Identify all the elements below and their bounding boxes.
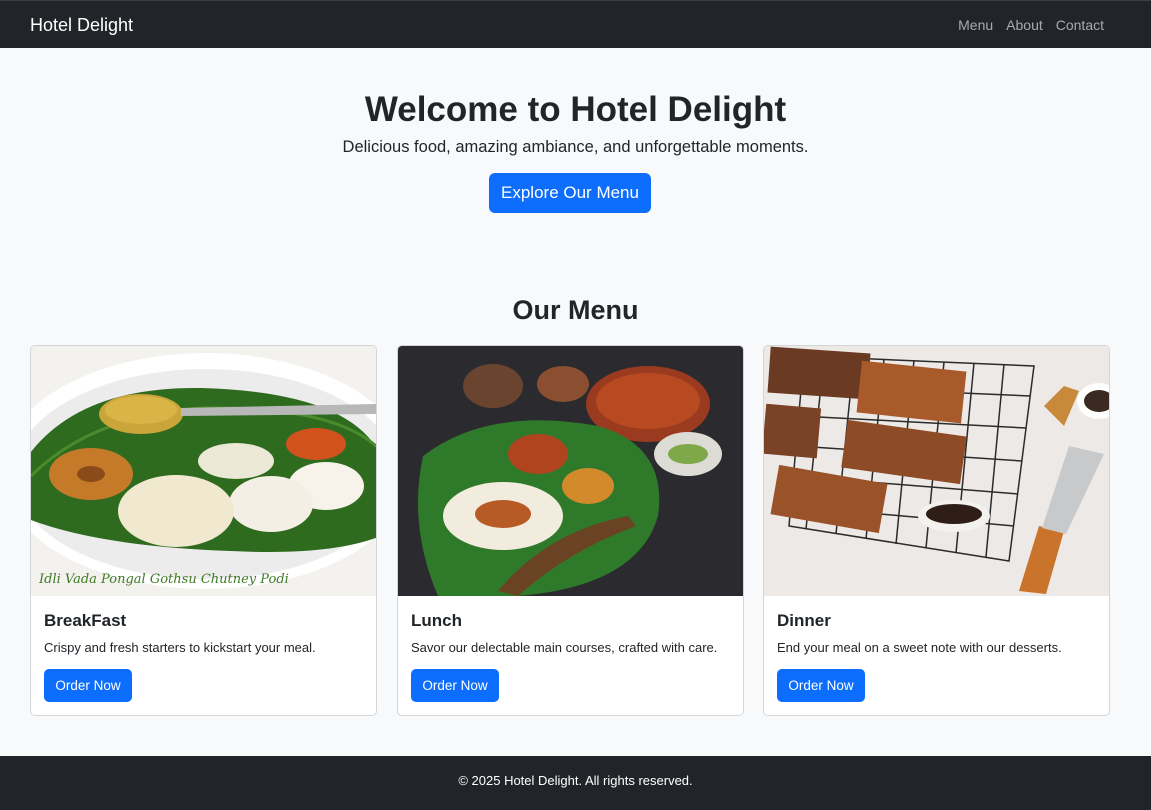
card-text: Crispy and fresh starters to kickstart y… <box>44 640 316 655</box>
footer-copyright: © 2025 Hotel Delight. All rights reserve… <box>458 773 693 788</box>
navbar-brand[interactable]: Hotel Delight <box>30 14 133 36</box>
card-title: Lunch <box>411 611 462 630</box>
menu-section-title: Our Menu <box>512 295 639 325</box>
nav-link-contact[interactable]: Contact <box>1056 16 1104 34</box>
nav-link-menu[interactable]: Menu <box>958 16 993 34</box>
dinner-image <box>764 346 1109 596</box>
menu-card-dinner: Dinner End your meal on a sweet note wit… <box>763 345 1110 716</box>
card-title: Dinner <box>777 611 831 630</box>
lunch-image <box>398 346 743 596</box>
footer: © 2025 Hotel Delight. All rights reserve… <box>0 756 1151 810</box>
card-text: End your meal on a sweet note with our d… <box>777 640 1062 655</box>
order-now-button[interactable]: Order Now <box>777 669 865 702</box>
explore-menu-button[interactable]: Explore Our Menu <box>489 173 651 213</box>
hero-title: Welcome to Hotel Delight <box>364 90 787 129</box>
nav-links: Menu About Contact <box>958 16 1104 34</box>
breakfast-image: Idli Vada Pongal Gothsu Chutney Podi <box>31 346 376 596</box>
menu-card-breakfast: Idli Vada Pongal Gothsu Chutney Podi Bre… <box>30 345 377 716</box>
breakfast-image-caption: Idli Vada Pongal Gothsu Chutney Podi <box>38 572 289 587</box>
menu-card-lunch: Lunch Savor our delectable main courses,… <box>397 345 744 716</box>
card-text: Savor our delectable main courses, craft… <box>411 640 718 655</box>
card-title: BreakFast <box>44 611 127 630</box>
hero-subtitle: Delicious food, amazing ambiance, and un… <box>342 138 809 156</box>
nav-link-about[interactable]: About <box>1006 16 1043 34</box>
order-now-button[interactable]: Order Now <box>411 669 499 702</box>
order-now-button[interactable]: Order Now <box>44 669 132 702</box>
navbar: Hotel Delight Menu About Contact <box>0 0 1151 48</box>
